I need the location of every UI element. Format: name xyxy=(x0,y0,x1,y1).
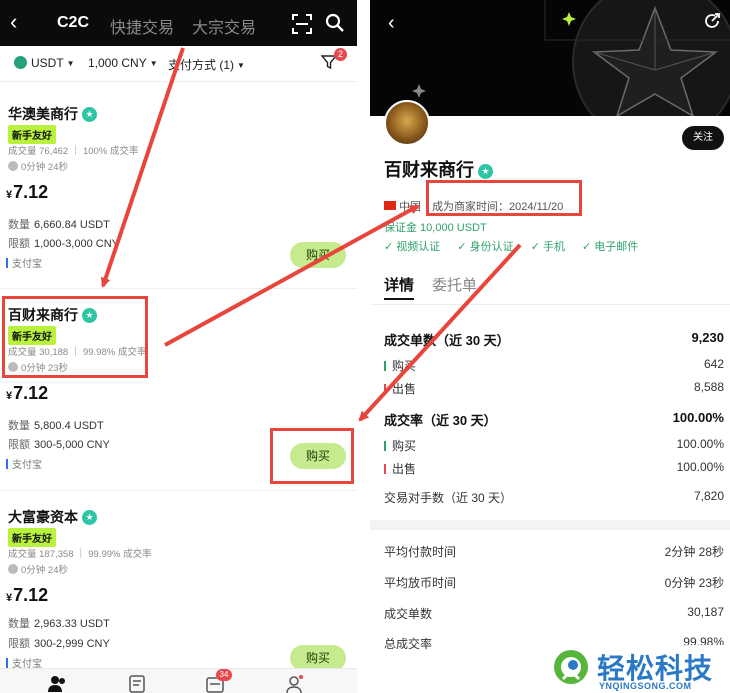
stat-row: 成交率（近 30 天） 100.00% xyxy=(384,410,724,428)
follow-button[interactable]: 关注 xyxy=(682,126,724,150)
avatar xyxy=(384,100,430,146)
filter-bar: USDT ▼ 1,000 CNY ▼ 支付方式 (1) ▼ 2 xyxy=(0,46,357,82)
highlight-date-box xyxy=(426,180,582,216)
release-time: 0分钟 24秒 xyxy=(8,562,68,576)
payment-selector[interactable]: 支付方式 (1) ▼ xyxy=(168,56,245,73)
merchant-name[interactable]: 华澳美商行 xyxy=(8,104,97,124)
active-tab-indicator xyxy=(384,298,414,300)
price: ¥7.12 xyxy=(6,585,49,605)
usdt-icon xyxy=(14,56,27,69)
newbie-tag: 新手友好 xyxy=(8,125,56,144)
highlight-merchant-box xyxy=(2,296,148,378)
stat-row: 购买 100.00% xyxy=(384,437,724,457)
stat-row: 成交单数 30,187 xyxy=(384,605,724,621)
stat-row: 出售 8,588 xyxy=(384,380,724,400)
limit-row: 限额 1,000-3,000 CNY xyxy=(8,238,119,250)
tab-quick-trade[interactable]: 快捷交易 xyxy=(110,14,174,38)
payment-method: 支付宝 xyxy=(6,255,42,270)
brand-logo-icon xyxy=(554,650,588,684)
quantity-row: 数量 6,660.84 USDT xyxy=(8,219,110,231)
screenshot-composite: ‹ C2C 快捷交易 大宗交易 USDT ▼ 1,000 CNY ▼ 支付方式 (1… xyxy=(0,0,730,693)
divider xyxy=(0,490,357,491)
verified-icon xyxy=(82,510,97,525)
coin-selector[interactable]: USDT ▼ xyxy=(14,56,75,70)
quantity-row: 数量 2,963.33 USDT xyxy=(8,618,110,630)
star-emblem-icon xyxy=(412,0,730,116)
limit-row: 限额 300-2,999 CNY xyxy=(8,638,110,650)
section-gap xyxy=(370,520,730,530)
tab-details[interactable]: 详情 xyxy=(384,274,414,295)
top-bar: ‹ C2C 快捷交易 大宗交易 xyxy=(0,0,357,46)
share-icon[interactable] xyxy=(703,12,721,30)
verification-identity: ✓ 身份认证 xyxy=(457,241,514,253)
orders-badge: 34 xyxy=(216,669,232,681)
buy-button[interactable]: 购买 xyxy=(290,242,346,268)
newbie-tag: 新手友好 xyxy=(8,528,56,547)
clock-icon xyxy=(8,564,18,574)
merchant-stats: 成交量 187,358 ｜ 99.99% 成交率 xyxy=(8,549,152,560)
merchant-name: 百财来商行 xyxy=(384,156,493,182)
verification-list: ✓ 视频认证 ✓ 身份认证 ✓ 手机 ✓ 电子邮件 xyxy=(384,238,652,254)
profile-icon[interactable] xyxy=(285,675,303,693)
stat-row: 交易对手数（近 30 天） 7,820 xyxy=(384,489,724,505)
merchant-name[interactable]: 大富豪资本 xyxy=(8,507,97,527)
deposit: 保证金 10,000 USDT xyxy=(384,222,487,234)
highlight-buy-box xyxy=(270,428,354,484)
merchant-card[interactable]: 大富豪资本 新手友好 成交量 187,358 ｜ 99.99% 成交率 0分钟 … xyxy=(0,507,357,687)
quantity-row: 数量 5,800.4 USDT xyxy=(8,420,104,432)
stat-row: 购买 642 xyxy=(384,357,724,377)
price: ¥7.12 xyxy=(6,182,49,202)
china-flag-icon xyxy=(384,201,396,210)
verified-icon xyxy=(82,107,97,122)
merchant-stats: 成交量 76,462 ｜ 100% 成交率 xyxy=(8,146,139,157)
tab-orders[interactable]: 委托单 xyxy=(432,274,477,295)
clock-icon xyxy=(8,161,18,171)
merchant-card[interactable]: 华澳美商行 新手友好 成交量 76,462 ｜ 100% 成交率 0分钟 24秒… xyxy=(0,104,357,284)
payment-method: 支付宝 xyxy=(6,456,42,471)
back-icon[interactable]: ‹ xyxy=(10,10,32,34)
stat-row: 平均放币时间 0分钟 23秒 xyxy=(384,576,724,590)
tab-block-trade[interactable]: 大宗交易 xyxy=(192,14,256,38)
verification-phone: ✓ 手机 xyxy=(530,241,565,253)
divider xyxy=(0,288,357,289)
merchant-profile-screen: ‹ 关注 百财来商行 中国 成为商家时间：2024/11/20 保证金 10,0… xyxy=(370,0,730,693)
stat-row: 出售 100.00% xyxy=(384,460,724,480)
filter-count-badge: 2 xyxy=(334,48,347,61)
price: ¥7.12 xyxy=(6,383,49,403)
tab-c2c[interactable]: C2C xyxy=(57,14,89,32)
scan-icon[interactable] xyxy=(292,14,312,34)
limit-row: 限额 300-5,000 CNY xyxy=(8,439,110,451)
watermark-en: YNQINGSONG.COM xyxy=(599,681,692,691)
amount-selector[interactable]: 1,000 CNY ▼ xyxy=(88,56,158,70)
verification-video: ✓ 视频认证 xyxy=(384,241,441,253)
verification-email: ✓ 电子邮件 xyxy=(582,241,639,253)
release-time: 0分钟 24秒 xyxy=(8,159,68,173)
watermark: 轻松科技 YNQINGSONG.COM xyxy=(545,645,730,693)
verified-icon xyxy=(478,164,493,179)
people-icon[interactable] xyxy=(48,675,66,693)
document-icon[interactable] xyxy=(128,675,146,693)
back-icon[interactable]: ‹ xyxy=(388,12,395,34)
bottom-nav: 34 xyxy=(0,668,357,693)
divider xyxy=(370,304,730,305)
stat-row: 成交单数（近 30 天） 9,230 xyxy=(384,330,724,348)
profile-banner: ‹ xyxy=(370,0,730,116)
search-icon[interactable] xyxy=(325,13,345,33)
stat-row: 平均付款时间 2分钟 28秒 xyxy=(384,545,724,559)
